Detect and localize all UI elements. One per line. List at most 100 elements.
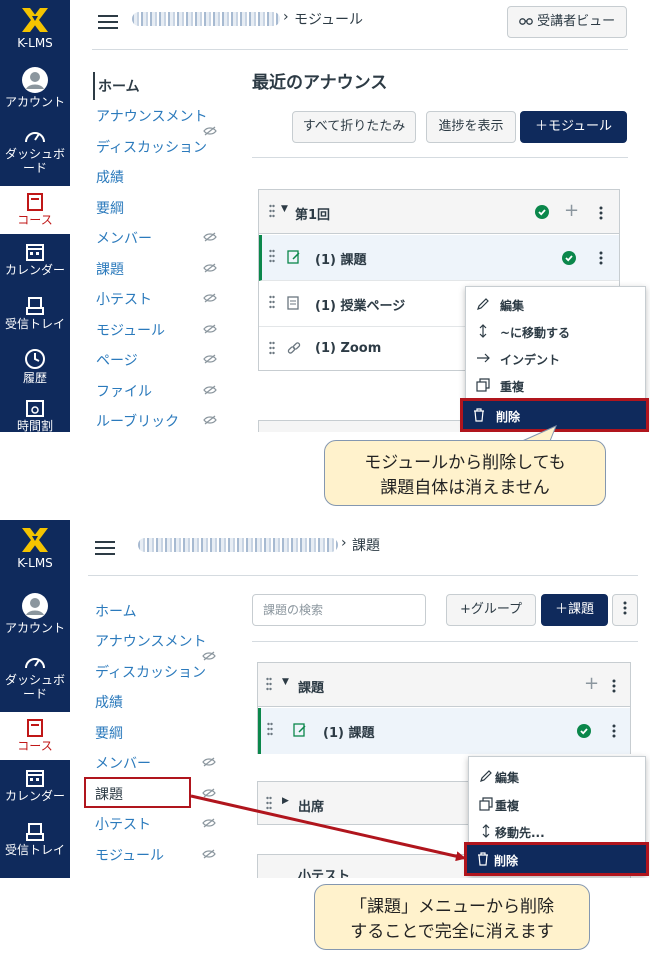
course-nav-announcements[interactable]: アナウンスメント	[95, 631, 206, 651]
course-nav-home[interactable]: ホーム	[95, 601, 137, 621]
add-item-plus-icon[interactable]: +	[564, 202, 579, 220]
global-nav-label: アカウント	[4, 95, 65, 109]
assignment-icon	[293, 723, 306, 737]
drag-handle-icon[interactable]	[269, 341, 275, 355]
published-check-icon[interactable]	[577, 724, 591, 738]
course-nav-quizzes[interactable]: 小テスト	[95, 814, 151, 834]
course-nav-quizzes[interactable]: 小テスト	[96, 289, 152, 309]
global-nav-account[interactable]: アカウント	[0, 66, 70, 116]
global-nav-courses[interactable]: コース	[0, 186, 70, 234]
assignment-group-header[interactable]: ▼ 課題 +	[258, 663, 630, 707]
drag-handle-icon[interactable]	[266, 796, 272, 810]
course-nav-assignments[interactable]: 課題	[96, 259, 124, 279]
caret-down-icon[interactable]: ▼	[282, 677, 289, 687]
course-nav-grades[interactable]: 成績	[96, 167, 124, 187]
caret-right-icon[interactable]: ▶	[282, 796, 289, 806]
course-nav-pages[interactable]: ページ	[96, 350, 138, 370]
brand-name: K-LMS	[17, 556, 53, 570]
global-nav-account[interactable]: アカウント	[0, 592, 70, 642]
assignment-row[interactable]: (1) 課題	[258, 708, 630, 754]
klms-logo-icon	[22, 8, 48, 32]
module-item-title[interactable]: (1) 課題	[315, 249, 366, 268]
arrow-right-icon	[477, 353, 490, 363]
global-nav-label: 受信トレイ	[4, 843, 65, 857]
callout-module-delete: モジュールから削除しても 課題自体は消えません	[324, 440, 606, 506]
module-item-title[interactable]: (1) 授業ページ	[315, 295, 405, 314]
view-progress-button[interactable]: 進捗を表示	[426, 111, 516, 143]
published-check-icon[interactable]	[535, 205, 549, 219]
drag-handle-icon[interactable]	[269, 249, 275, 263]
page-title: 最近のアナウンス	[252, 73, 388, 93]
menu-item-move-to[interactable]: ~に移動する	[466, 318, 645, 345]
breadcrumb-course-redacted	[138, 538, 338, 552]
drag-handle-icon[interactable]	[266, 677, 272, 691]
breadcrumb-current[interactable]: 課題	[352, 535, 380, 555]
course-nav-modules[interactable]: モジュール	[95, 845, 164, 865]
menu-item-duplicate[interactable]: 重複	[469, 791, 645, 818]
brand-logo[interactable]: K-LMS	[0, 520, 70, 582]
global-nav-courses[interactable]: コース	[0, 712, 70, 760]
page-icon	[287, 296, 299, 310]
add-group-button[interactable]: +グループ	[446, 594, 536, 626]
course-menu-toggle[interactable]	[95, 541, 115, 555]
course-nav-people[interactable]: メンバー	[96, 228, 152, 248]
assignments-settings-kebab[interactable]	[612, 594, 638, 626]
module-item-assignment[interactable]: (1) 課題	[259, 235, 619, 281]
module-header[interactable]: ▼ 第1回 +	[259, 190, 619, 234]
course-nav-syllabus[interactable]: 要綱	[96, 198, 124, 218]
module-item-title[interactable]: (1) Zoom	[315, 341, 381, 356]
global-nav-inbox[interactable]: 受信トレイ	[0, 296, 70, 346]
assignment-title[interactable]: (1) 課題	[323, 722, 374, 741]
course-nav-rubrics[interactable]: ルーブリック	[96, 411, 179, 431]
brand-logo[interactable]: K-LMS	[0, 0, 70, 62]
menu-item-delete[interactable]: 削除	[460, 398, 649, 432]
global-nav-dashboard[interactable]: ダッシュボード	[0, 126, 70, 184]
menu-item-indent[interactable]: インデント	[466, 345, 645, 372]
caret-down-icon[interactable]: ▼	[281, 204, 288, 214]
course-nav-discussions[interactable]: ディスカッション	[95, 662, 206, 682]
kebab-menu-icon[interactable]	[612, 679, 616, 693]
course-nav-modules[interactable]: モジュール	[96, 320, 165, 340]
course-nav-announcements[interactable]: アナウンスメント	[96, 106, 207, 126]
add-module-button[interactable]: ＋モジュール	[520, 111, 627, 143]
course-nav-files[interactable]: ファイル	[96, 381, 152, 401]
course-nav-discussions[interactable]: ディスカッション	[96, 137, 207, 157]
course-nav-syllabus[interactable]: 要綱	[95, 723, 123, 743]
hidden-eye-icon	[203, 354, 217, 364]
course-nav-people[interactable]: メンバー	[95, 753, 151, 773]
dashboard-gauge-icon	[25, 658, 45, 669]
drag-handle-icon[interactable]	[269, 295, 275, 309]
klms-logo-icon	[22, 528, 48, 552]
course-nav-grades[interactable]: 成績	[95, 692, 123, 712]
collapse-all-button[interactable]: すべて折りたたみ	[292, 111, 416, 143]
menu-item-edit[interactable]: 編集	[466, 291, 645, 318]
menu-item-move-to[interactable]: 移動先...	[469, 818, 645, 845]
timetable-icon	[26, 400, 44, 417]
drag-handle-icon[interactable]	[269, 204, 275, 218]
global-nav-inbox[interactable]: 受信トレイ	[0, 822, 70, 872]
breadcrumb-current[interactable]: モジュール	[294, 9, 363, 29]
global-nav-timetable[interactable]: 時間割	[0, 398, 70, 432]
global-nav-label: コース	[17, 739, 53, 753]
menu-item-delete[interactable]: 削除	[464, 842, 649, 876]
add-assignment-plus-icon[interactable]: +	[584, 675, 599, 693]
student-view-button[interactable]: 受講者ビュー	[507, 6, 627, 38]
add-assignment-button[interactable]: ＋課題	[541, 594, 608, 626]
menu-item-duplicate[interactable]: 重複	[466, 372, 645, 399]
kebab-menu-icon[interactable]	[599, 251, 603, 265]
course-menu-toggle[interactable]	[98, 15, 118, 29]
callout-line: 課題自体は消えません	[380, 477, 550, 498]
kebab-menu-icon[interactable]	[612, 724, 616, 738]
kebab-menu-icon[interactable]	[599, 206, 603, 220]
calendar-icon	[26, 244, 44, 261]
global-nav-calendar[interactable]: カレンダー	[0, 242, 70, 292]
global-nav-history[interactable]: 履歴	[0, 348, 70, 394]
global-nav-calendar[interactable]: カレンダー	[0, 768, 70, 818]
drag-handle-icon[interactable]	[267, 722, 273, 736]
book-icon	[27, 719, 43, 737]
global-nav-dashboard[interactable]: ダッシュボード	[0, 652, 70, 710]
menu-item-edit[interactable]: 編集	[469, 763, 645, 790]
published-check-icon[interactable]	[562, 251, 576, 265]
course-nav-home[interactable]: ホーム	[98, 76, 140, 96]
assignment-search-input[interactable]: 課題の検索	[252, 594, 426, 626]
